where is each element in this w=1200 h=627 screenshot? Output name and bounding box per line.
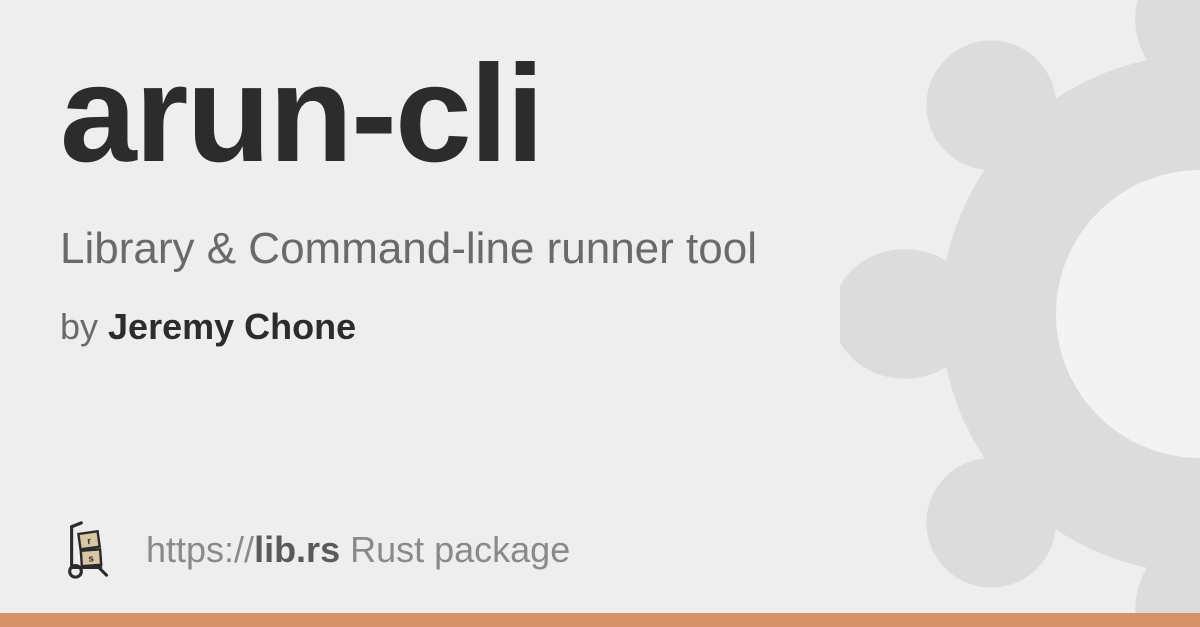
source-url: https://lib.rs Rust package [146,529,570,571]
url-domain: lib.rs [254,529,340,570]
librs-logo-icon: r s [60,519,122,581]
package-title: arun-cli [60,42,1140,187]
package-description: Library & Command-line runner tool [60,221,820,276]
url-suffix: Rust package [340,529,570,570]
svg-text:s: s [88,553,94,564]
accent-bar [0,613,1200,627]
author-prefix: by [60,306,108,347]
url-prefix: https:// [146,529,254,570]
author-name: Jeremy Chone [108,306,356,347]
package-card: arun-cli Library & Command-line runner t… [0,0,1200,627]
footer: r s https://lib.rs Rust package [60,519,570,581]
package-author-line: by Jeremy Chone [60,306,1140,348]
